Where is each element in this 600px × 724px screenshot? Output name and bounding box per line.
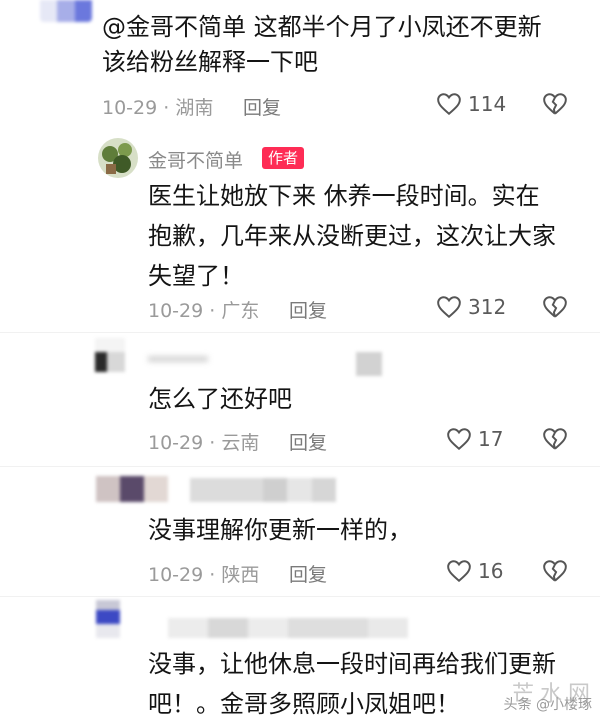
heart-outline-icon[interactable] [446,559,472,583]
comment-text-line: @金哥不简单 这都半个月了小凤还不更新 [102,13,542,41]
comment-text: 没事理解你更新一样的， [148,516,412,544]
avatar[interactable] [95,338,125,372]
broken-heart-icon[interactable] [542,427,568,451]
comment-text-line: 抱歉，几年来从没断更过，这次让大家 [148,222,556,250]
divider [0,332,600,333]
nickname[interactable]: 金哥不简单 [148,146,243,173]
broken-heart-icon[interactable] [542,559,568,583]
broken-heart-icon[interactable] [542,295,568,319]
avatar[interactable] [96,476,168,502]
like-count: 312 [468,295,507,319]
comment-text: 医生让她放下来 休养一段时间。实在 抱歉，几年来从没断更过，这次让大家 失望了！ [148,176,578,296]
broken-heart-icon[interactable] [542,92,568,116]
reply-button[interactable]: 回复 [289,560,327,587]
comment-text: 怎么了还好吧 [148,385,292,413]
nickname-redacted [168,618,408,638]
author-badge: 作者 [262,147,305,169]
author-avatar-image [98,138,138,178]
comment-date-location: 10-29 · 云南 [148,432,260,454]
divider [0,466,600,467]
heart-outline-icon[interactable] [436,295,462,319]
divider [0,596,600,597]
comment-date-location: 10-29 · 广东 [148,300,260,322]
comment-date-location: 10-29 · 湖南 [102,97,214,119]
comment-date-location: 10-29 · 陕西 [148,564,260,586]
reply-button[interactable]: 回复 [289,428,327,455]
comment-text: @金哥不简单 这都半个月了小凤还不更新 该给粉丝解释一下吧 [102,10,582,80]
avatar[interactable] [96,600,120,638]
nickname-redacted [190,478,336,502]
reply-button[interactable]: 回复 [243,93,281,120]
comment-text-line: 医生让她放下来 休养一段时间。实在 [148,182,540,210]
comment-text-line: 该给粉丝解释一下吧 [102,48,318,76]
watermark-text: 头条 @小楼琢 [503,697,592,713]
heart-outline-icon[interactable] [436,92,462,116]
heart-outline-icon[interactable] [446,427,472,451]
reply-button[interactable]: 回复 [289,296,327,323]
nickname-redacted [148,356,208,362]
like-count: 114 [468,92,507,116]
avatar[interactable] [98,138,138,178]
avatar[interactable] [40,0,92,22]
like-count: 16 [478,559,504,583]
nickname-redacted [356,352,382,376]
comment-text-line: 失望了！ [148,262,244,290]
like-count: 17 [478,427,504,451]
